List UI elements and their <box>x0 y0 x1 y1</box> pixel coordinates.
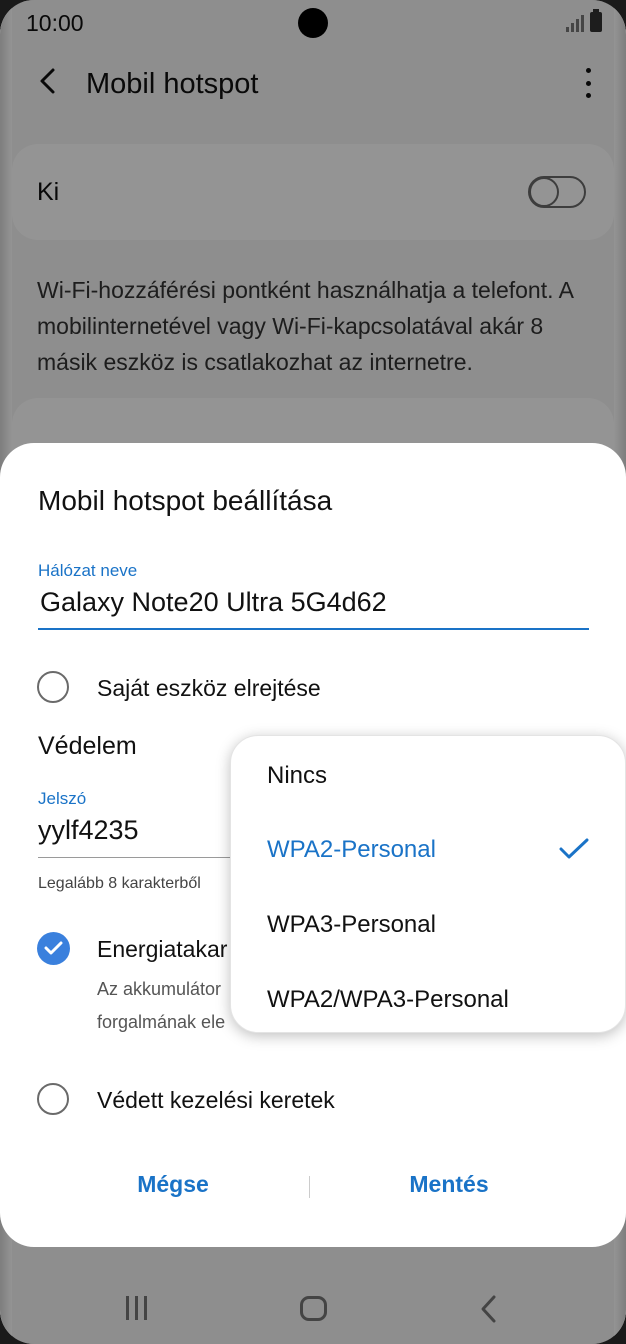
password-hint: Legalább 8 karakterből <box>38 875 201 892</box>
hide-device-checkbox[interactable] <box>37 671 69 703</box>
button-divider <box>309 1176 310 1198</box>
home-icon[interactable] <box>300 1296 327 1321</box>
save-button[interactable]: Mentés <box>349 1171 549 1198</box>
phone-screen: 10:00 Mobil hotspot Ki Wi-Fi-hozzáférési… <box>0 0 626 1344</box>
password-input[interactable]: yylf4235 <box>38 815 139 846</box>
network-name-input[interactable]: Galaxy Note20 Ultra 5G4d62 <box>40 587 387 618</box>
security-dropdown-menu: Nincs WPA2-Personal WPA3-Personal WPA2/W… <box>230 735 626 1033</box>
password-label: Jelszó <box>38 789 87 808</box>
security-option-wpa2[interactable]: WPA2-Personal <box>267 836 436 864</box>
selected-check-icon <box>559 838 589 859</box>
security-option-wpa2-wpa3[interactable]: WPA2/WPA3-Personal <box>267 986 509 1014</box>
navigation-bar <box>0 1256 626 1344</box>
checkmark-icon <box>44 941 63 955</box>
security-option-wpa3[interactable]: WPA3-Personal <box>267 911 436 939</box>
power-saving-checkbox[interactable] <box>37 932 70 965</box>
nav-back-icon[interactable] <box>478 1294 500 1324</box>
recent-apps-icon[interactable] <box>126 1296 147 1320</box>
pmf-checkbox[interactable] <box>37 1083 69 1115</box>
hide-device-label[interactable]: Saját eszköz elrejtése <box>97 675 321 702</box>
cancel-button[interactable]: Mégse <box>73 1171 273 1198</box>
security-option-none[interactable]: Nincs <box>267 762 327 790</box>
network-name-label: Hálózat neve <box>38 561 138 580</box>
power-saving-title[interactable]: Energiatakar <box>97 936 227 963</box>
pmf-label[interactable]: Védett kezelési keretek <box>97 1087 335 1114</box>
dialog-buttons: Mégse Mentés <box>0 1171 626 1211</box>
network-name-underline <box>38 628 589 630</box>
security-label: Védelem <box>38 732 137 760</box>
dialog-title: Mobil hotspot beállítása <box>38 485 333 516</box>
